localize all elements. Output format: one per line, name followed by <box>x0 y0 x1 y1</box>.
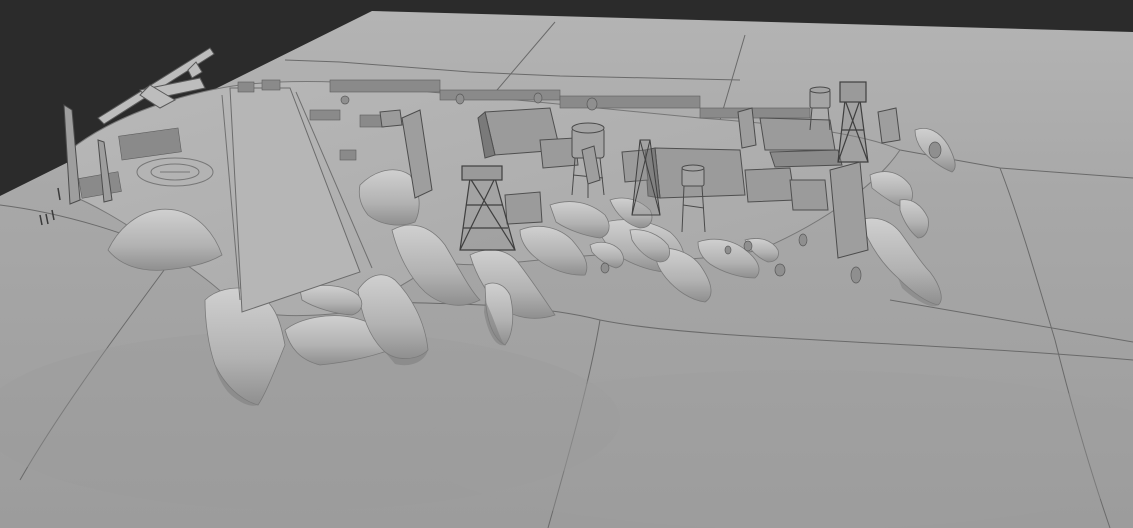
3d-viewport[interactable] <box>0 0 1133 528</box>
viewport-scene[interactable] <box>0 0 1133 528</box>
